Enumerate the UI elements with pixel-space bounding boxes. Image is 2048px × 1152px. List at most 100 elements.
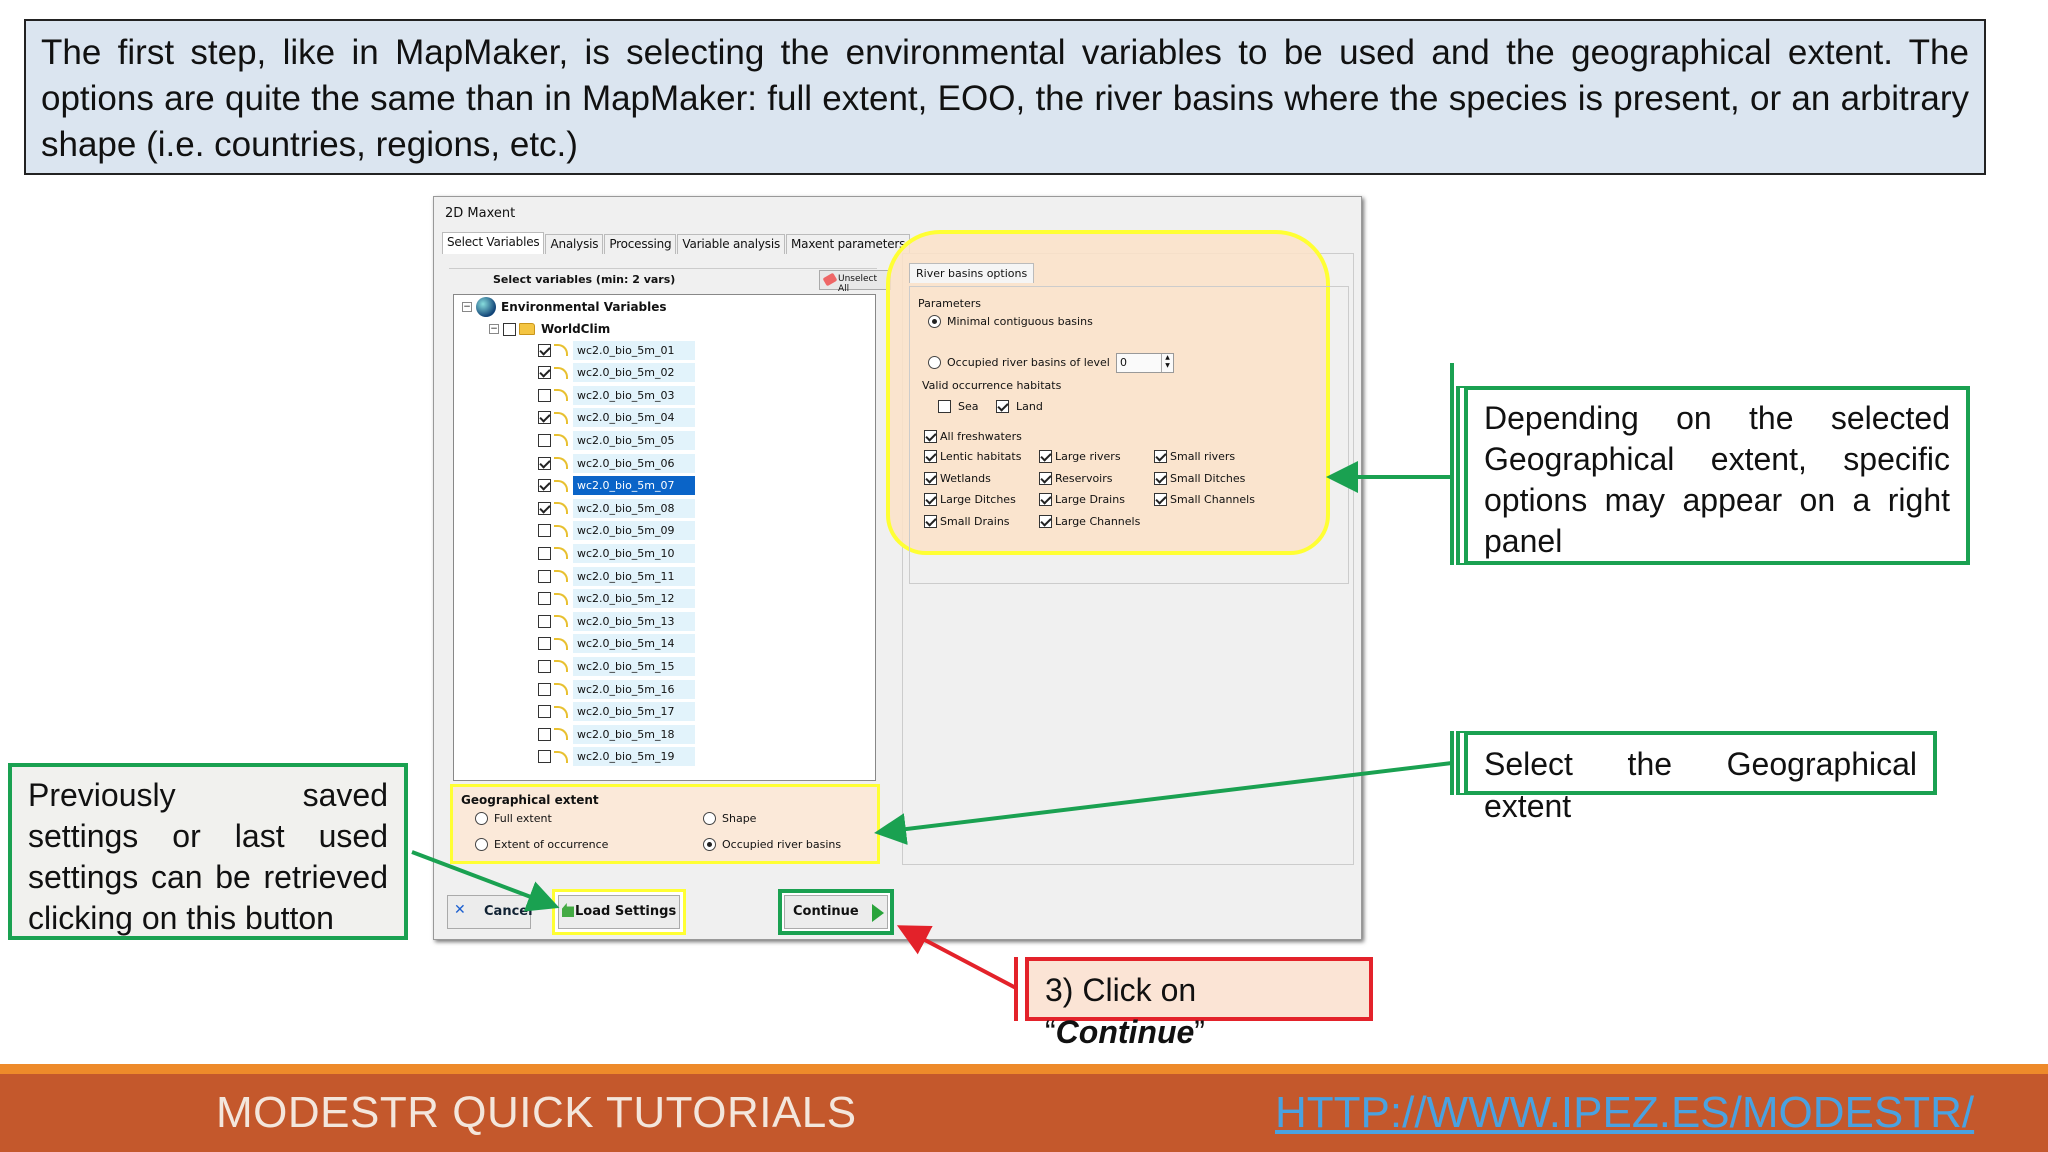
variable-checkbox[interactable] (538, 388, 551, 402)
habitat-checkbox-item[interactable]: Lentic habitats (924, 450, 1021, 463)
all-freshwaters-checkbox[interactable] (924, 430, 937, 443)
variable-row[interactable]: wc2.0_bio_5m_14 (538, 634, 695, 654)
habitat-checkbox[interactable] (924, 514, 937, 528)
variable-row[interactable]: wc2.0_bio_5m_06 (538, 453, 695, 473)
tab-analysis[interactable]: Analysis (545, 234, 604, 254)
land-checkbox[interactable] (996, 400, 1009, 413)
habitat-checkbox[interactable] (924, 493, 937, 506)
checkbox-land[interactable]: Land (996, 400, 1043, 413)
tree-group-worldclim: − WorldClim (489, 319, 610, 339)
variable-checkbox[interactable] (538, 705, 551, 719)
spinner-icon[interactable]: ▲ ▼ (1161, 354, 1173, 372)
variable-row[interactable]: wc2.0_bio_5m_17 (538, 702, 695, 722)
variable-row[interactable]: wc2.0_bio_5m_01 (538, 340, 695, 360)
habitat-checkbox-item[interactable]: Small rivers (1154, 450, 1235, 463)
footer-link[interactable]: HTTP://WWW.IPEZ.ES/MODESTR/ (1275, 1088, 1974, 1138)
variable-checkbox[interactable] (538, 659, 551, 673)
habitat-checkbox-item[interactable]: Small Ditches (1154, 471, 1245, 485)
sea-checkbox[interactable] (938, 400, 951, 413)
collapse-icon[interactable]: − (462, 302, 472, 312)
radio-eoo-circle[interactable] (475, 838, 488, 851)
variable-row[interactable]: wc2.0_bio_5m_02 (538, 363, 695, 383)
load-settings-button[interactable]: Load Settings (558, 895, 680, 929)
habitat-checkbox[interactable] (1039, 450, 1052, 463)
cancel-button[interactable]: ✕ Cancel (447, 895, 533, 929)
collapse-icon[interactable]: − (489, 324, 499, 334)
variable-row[interactable]: wc2.0_bio_5m_10 (538, 543, 695, 563)
unselect-all-button[interactable]: Unselect All (819, 270, 891, 294)
habitat-checkbox[interactable] (1154, 450, 1167, 463)
radio-minimal-basins-circle[interactable] (928, 315, 941, 328)
variable-row[interactable]: wc2.0_bio_5m_08 (538, 498, 695, 518)
variable-checkbox[interactable] (538, 569, 551, 583)
radio-occupied-level[interactable]: Occupied river basins of level (928, 356, 1110, 369)
variable-checkbox[interactable] (538, 727, 551, 741)
habitat-checkbox[interactable] (1154, 471, 1167, 485)
habitat-checkbox[interactable] (1039, 514, 1052, 528)
habitat-checkbox[interactable] (1154, 493, 1167, 506)
radio-full-extent-circle[interactable] (475, 812, 488, 825)
habitat-checkbox[interactable] (924, 471, 937, 485)
radio-eoo[interactable]: Extent of occurrence (475, 838, 608, 851)
variable-row[interactable]: wc2.0_bio_5m_18 (538, 724, 695, 744)
checkbox-all-freshwaters[interactable]: All freshwaters (924, 430, 1022, 443)
habitat-checkbox-item[interactable]: Small Channels (1154, 493, 1255, 506)
variable-row[interactable]: wc2.0_bio_5m_15 (538, 656, 695, 676)
variable-row[interactable]: wc2.0_bio_5m_11 (538, 566, 695, 586)
radio-shape[interactable]: Shape (703, 812, 756, 825)
habitat-checkbox[interactable] (1039, 471, 1052, 485)
variable-row[interactable]: wc2.0_bio_5m_19 (538, 747, 695, 767)
radio-river-basins[interactable]: Occupied river basins (703, 838, 841, 851)
tab-river-basins-options[interactable]: River basins options (909, 263, 1035, 283)
habitat-checkbox-item[interactable]: Reservoirs (1039, 471, 1113, 485)
variable-checkbox[interactable] (538, 366, 551, 380)
variable-checkbox[interactable] (538, 592, 551, 606)
variable-row[interactable]: wc2.0_bio_5m_04 (538, 408, 695, 428)
variable-checkbox[interactable] (538, 637, 551, 651)
variable-checkbox[interactable] (538, 750, 551, 764)
variable-label: wc2.0_bio_5m_15 (573, 656, 695, 676)
radio-full-extent[interactable]: Full extent (475, 812, 552, 825)
variable-checkbox[interactable] (538, 343, 551, 357)
radio-occupied-level-circle[interactable] (928, 356, 941, 369)
habitat-checkbox-item[interactable]: Large Channels (1039, 514, 1140, 528)
variable-checkbox[interactable] (538, 614, 551, 628)
habitat-checkbox[interactable] (924, 450, 937, 463)
variable-row[interactable]: wc2.0_bio_5m_13 (538, 611, 695, 631)
habitat-checkbox-item[interactable]: Large rivers (1039, 450, 1121, 463)
tab-variable-analysis[interactable]: Variable analysis (677, 234, 786, 254)
variable-checkbox[interactable] (538, 411, 551, 425)
variable-row[interactable]: wc2.0_bio_5m_07 (538, 476, 695, 496)
variable-checkbox[interactable] (538, 433, 551, 447)
tab-processing[interactable]: Processing (604, 234, 677, 254)
habitat-checkbox-item[interactable]: Wetlands (924, 471, 991, 485)
variable-checkbox[interactable] (538, 524, 551, 538)
habitat-label: Reservoirs (1055, 471, 1113, 485)
habitat-checkbox-item[interactable]: Large Ditches (924, 493, 1016, 506)
variable-row[interactable]: wc2.0_bio_5m_03 (538, 385, 695, 405)
variable-checkbox[interactable] (538, 682, 551, 696)
habitat-checkbox-item[interactable]: Small Drains (924, 514, 1010, 528)
variable-checkbox[interactable] (538, 546, 551, 560)
radio-minimal-basins[interactable]: Minimal contiguous basins (928, 315, 1093, 328)
radio-shape-circle[interactable] (703, 812, 716, 825)
checkbox-sea[interactable]: Sea (938, 400, 979, 413)
habitat-label: Large Drains (1055, 493, 1125, 506)
variable-checkbox[interactable] (538, 479, 551, 493)
variable-checkbox[interactable] (538, 501, 551, 515)
level-value: 0 (1120, 356, 1127, 369)
variable-checkbox[interactable] (538, 456, 551, 470)
level-stepper[interactable]: 0 ▲ ▼ (1116, 353, 1174, 373)
variables-tree[interactable]: − Environmental Variables − WorldClim wc… (453, 294, 876, 781)
group-checkbox[interactable] (503, 322, 516, 336)
habitat-checkbox[interactable] (1039, 493, 1052, 506)
variable-row[interactable]: wc2.0_bio_5m_16 (538, 679, 695, 699)
habitat-checkbox-item[interactable]: Large Drains (1039, 493, 1125, 506)
tab-select-variables[interactable]: Select Variables (442, 232, 545, 254)
radio-river-basins-circle[interactable] (703, 838, 716, 851)
tab-maxent-parameters[interactable]: Maxent parameters (786, 234, 911, 254)
variable-row[interactable]: wc2.0_bio_5m_05 (538, 430, 695, 450)
continue-button[interactable]: Continue (784, 895, 888, 929)
variable-row[interactable]: wc2.0_bio_5m_09 (538, 521, 695, 541)
variable-row[interactable]: wc2.0_bio_5m_12 (538, 589, 695, 609)
